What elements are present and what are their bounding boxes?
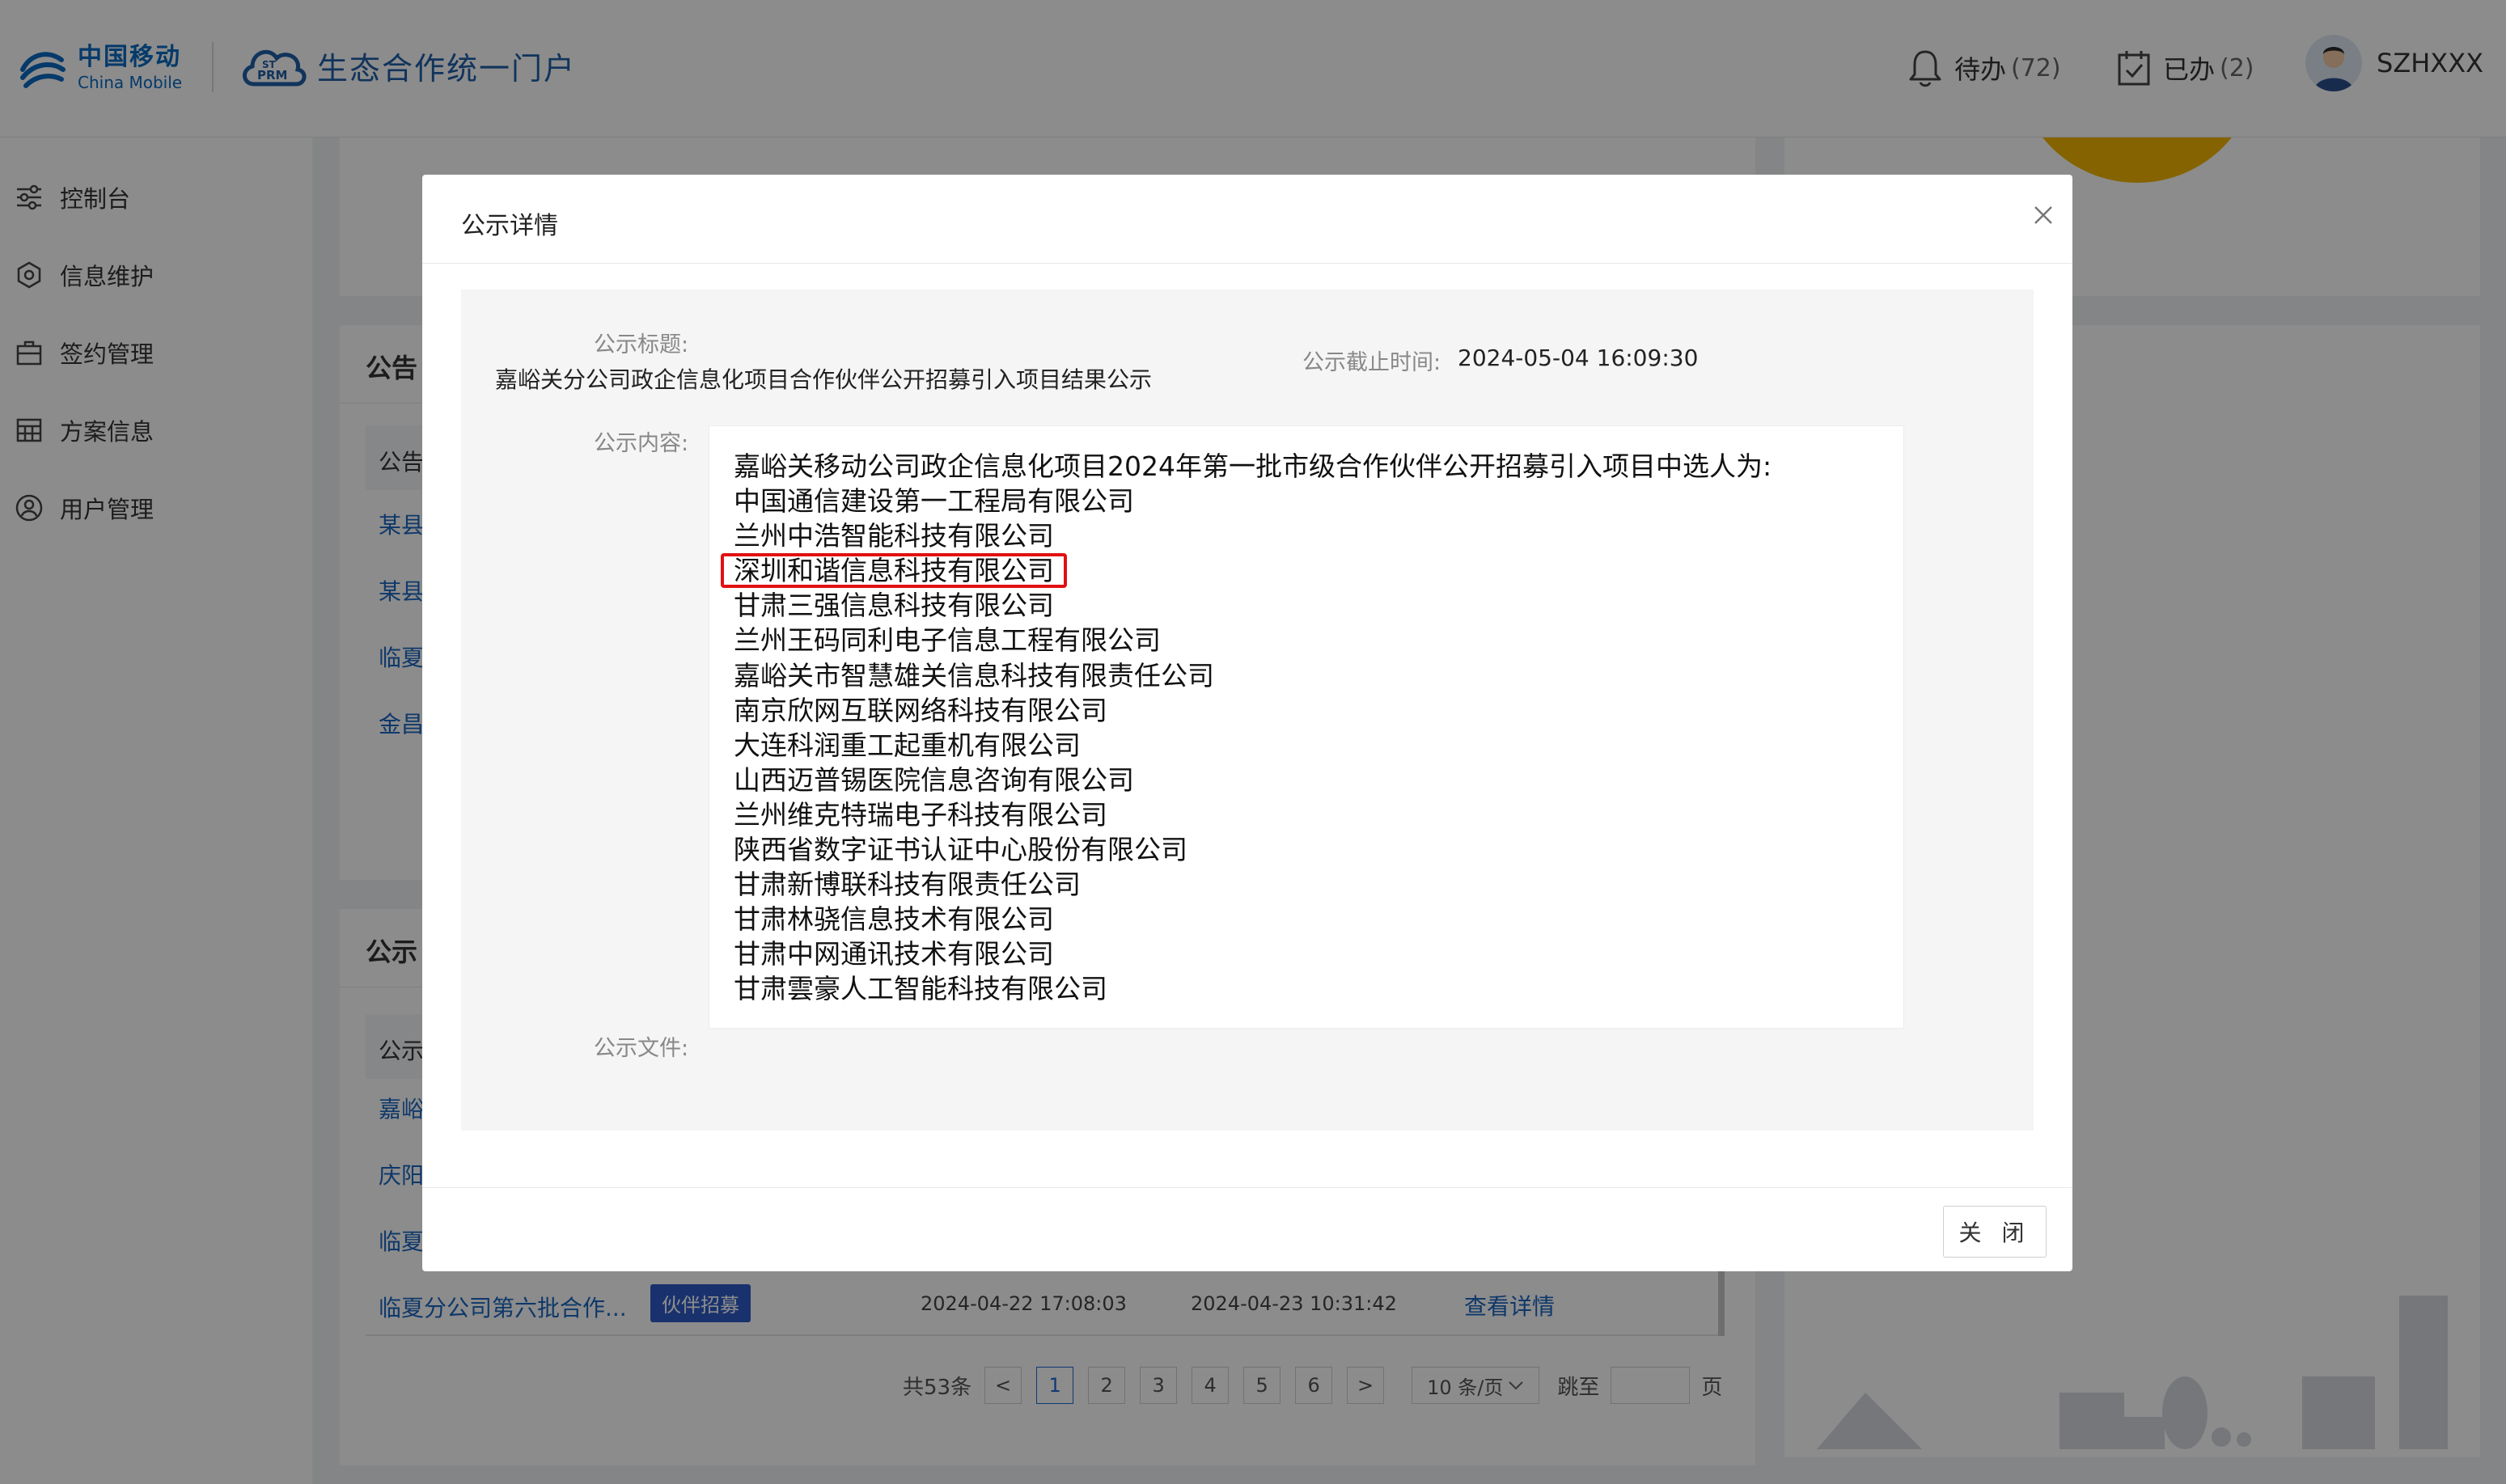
- title-label: 公示标题:: [594, 332, 689, 357]
- title-value: 嘉峪关分公司政企信息化项目合作伙伴公开招募引入项目结果公示: [495, 366, 1153, 393]
- highlighted-company: 深圳和谐信息科技有限公司: [721, 553, 1067, 589]
- company-line: 兰州中浩智能科技有限公司: [734, 520, 1054, 552]
- x-icon: [2034, 206, 2052, 224]
- company-line: 中国通信建设第一工程局有限公司: [734, 485, 1134, 518]
- close-icon[interactable]: [2019, 191, 2068, 239]
- deadline-label: 公示截止时间:: [1302, 350, 1441, 375]
- publicity-detail-modal: 公示详情 公示标题: 嘉峪关分公司政企信息化项目合作伙伴公开招募引入项目结果公示…: [422, 175, 2072, 1271]
- deadline-value: 2024-05-04 16:09:30: [1458, 345, 1699, 371]
- close-button[interactable]: 关 闭: [1943, 1206, 2047, 1258]
- content-label: 公示内容:: [594, 431, 689, 456]
- content-intro-line: 嘉峪关移动公司政企信息化项目2024年第一批市级合作伙伴公开招募引入项目中选人为…: [734, 450, 1772, 482]
- modal-header: 公示详情: [422, 175, 2072, 264]
- company-line: 南京欣网互联网络科技有限公司: [734, 694, 1107, 726]
- company-line: 甘肃林骁信息技术有限公司: [734, 903, 1054, 936]
- company-line: 甘肃新博联科技有限责任公司: [734, 869, 1081, 901]
- company-line: 甘肃三强信息科技有限公司: [734, 590, 1054, 622]
- company-line: 嘉峪关市智慧雄关信息科技有限责任公司: [734, 659, 1214, 691]
- company-line: 山西迈普锡医院信息咨询有限公司: [734, 763, 1134, 796]
- modal-body: 公示标题: 嘉峪关分公司政企信息化项目合作伙伴公开招募引入项目结果公示 公示截止…: [461, 290, 2034, 1131]
- company-line: 兰州王码同利电子信息工程有限公司: [734, 624, 1161, 657]
- file-label: 公示文件:: [594, 1036, 689, 1061]
- content-text-area[interactable]: 嘉峪关移动公司政企信息化项目2024年第一批市级合作伙伴公开招募引入项目中选人为…: [709, 425, 1904, 1029]
- modal-title: 公示详情: [461, 212, 558, 240]
- content-lines: 嘉峪关移动公司政企信息化项目2024年第一批市级合作伙伴公开招募引入项目中选人为…: [721, 449, 1772, 1007]
- company-line: 深圳和谐信息科技有限公司: [721, 553, 1772, 589]
- company-line: 兰州维克特瑞电子科技有限公司: [734, 798, 1107, 831]
- company-line: 甘肃中网通讯技术有限公司: [734, 938, 1054, 970]
- company-line: 大连科润重工起重机有限公司: [734, 729, 1081, 761]
- company-line: 陕西省数字证书认证中心股份有限公司: [734, 834, 1187, 866]
- company-line: 甘肃雲豪人工智能科技有限公司: [734, 973, 1107, 1005]
- modal-footer: 关 闭: [422, 1187, 2072, 1271]
